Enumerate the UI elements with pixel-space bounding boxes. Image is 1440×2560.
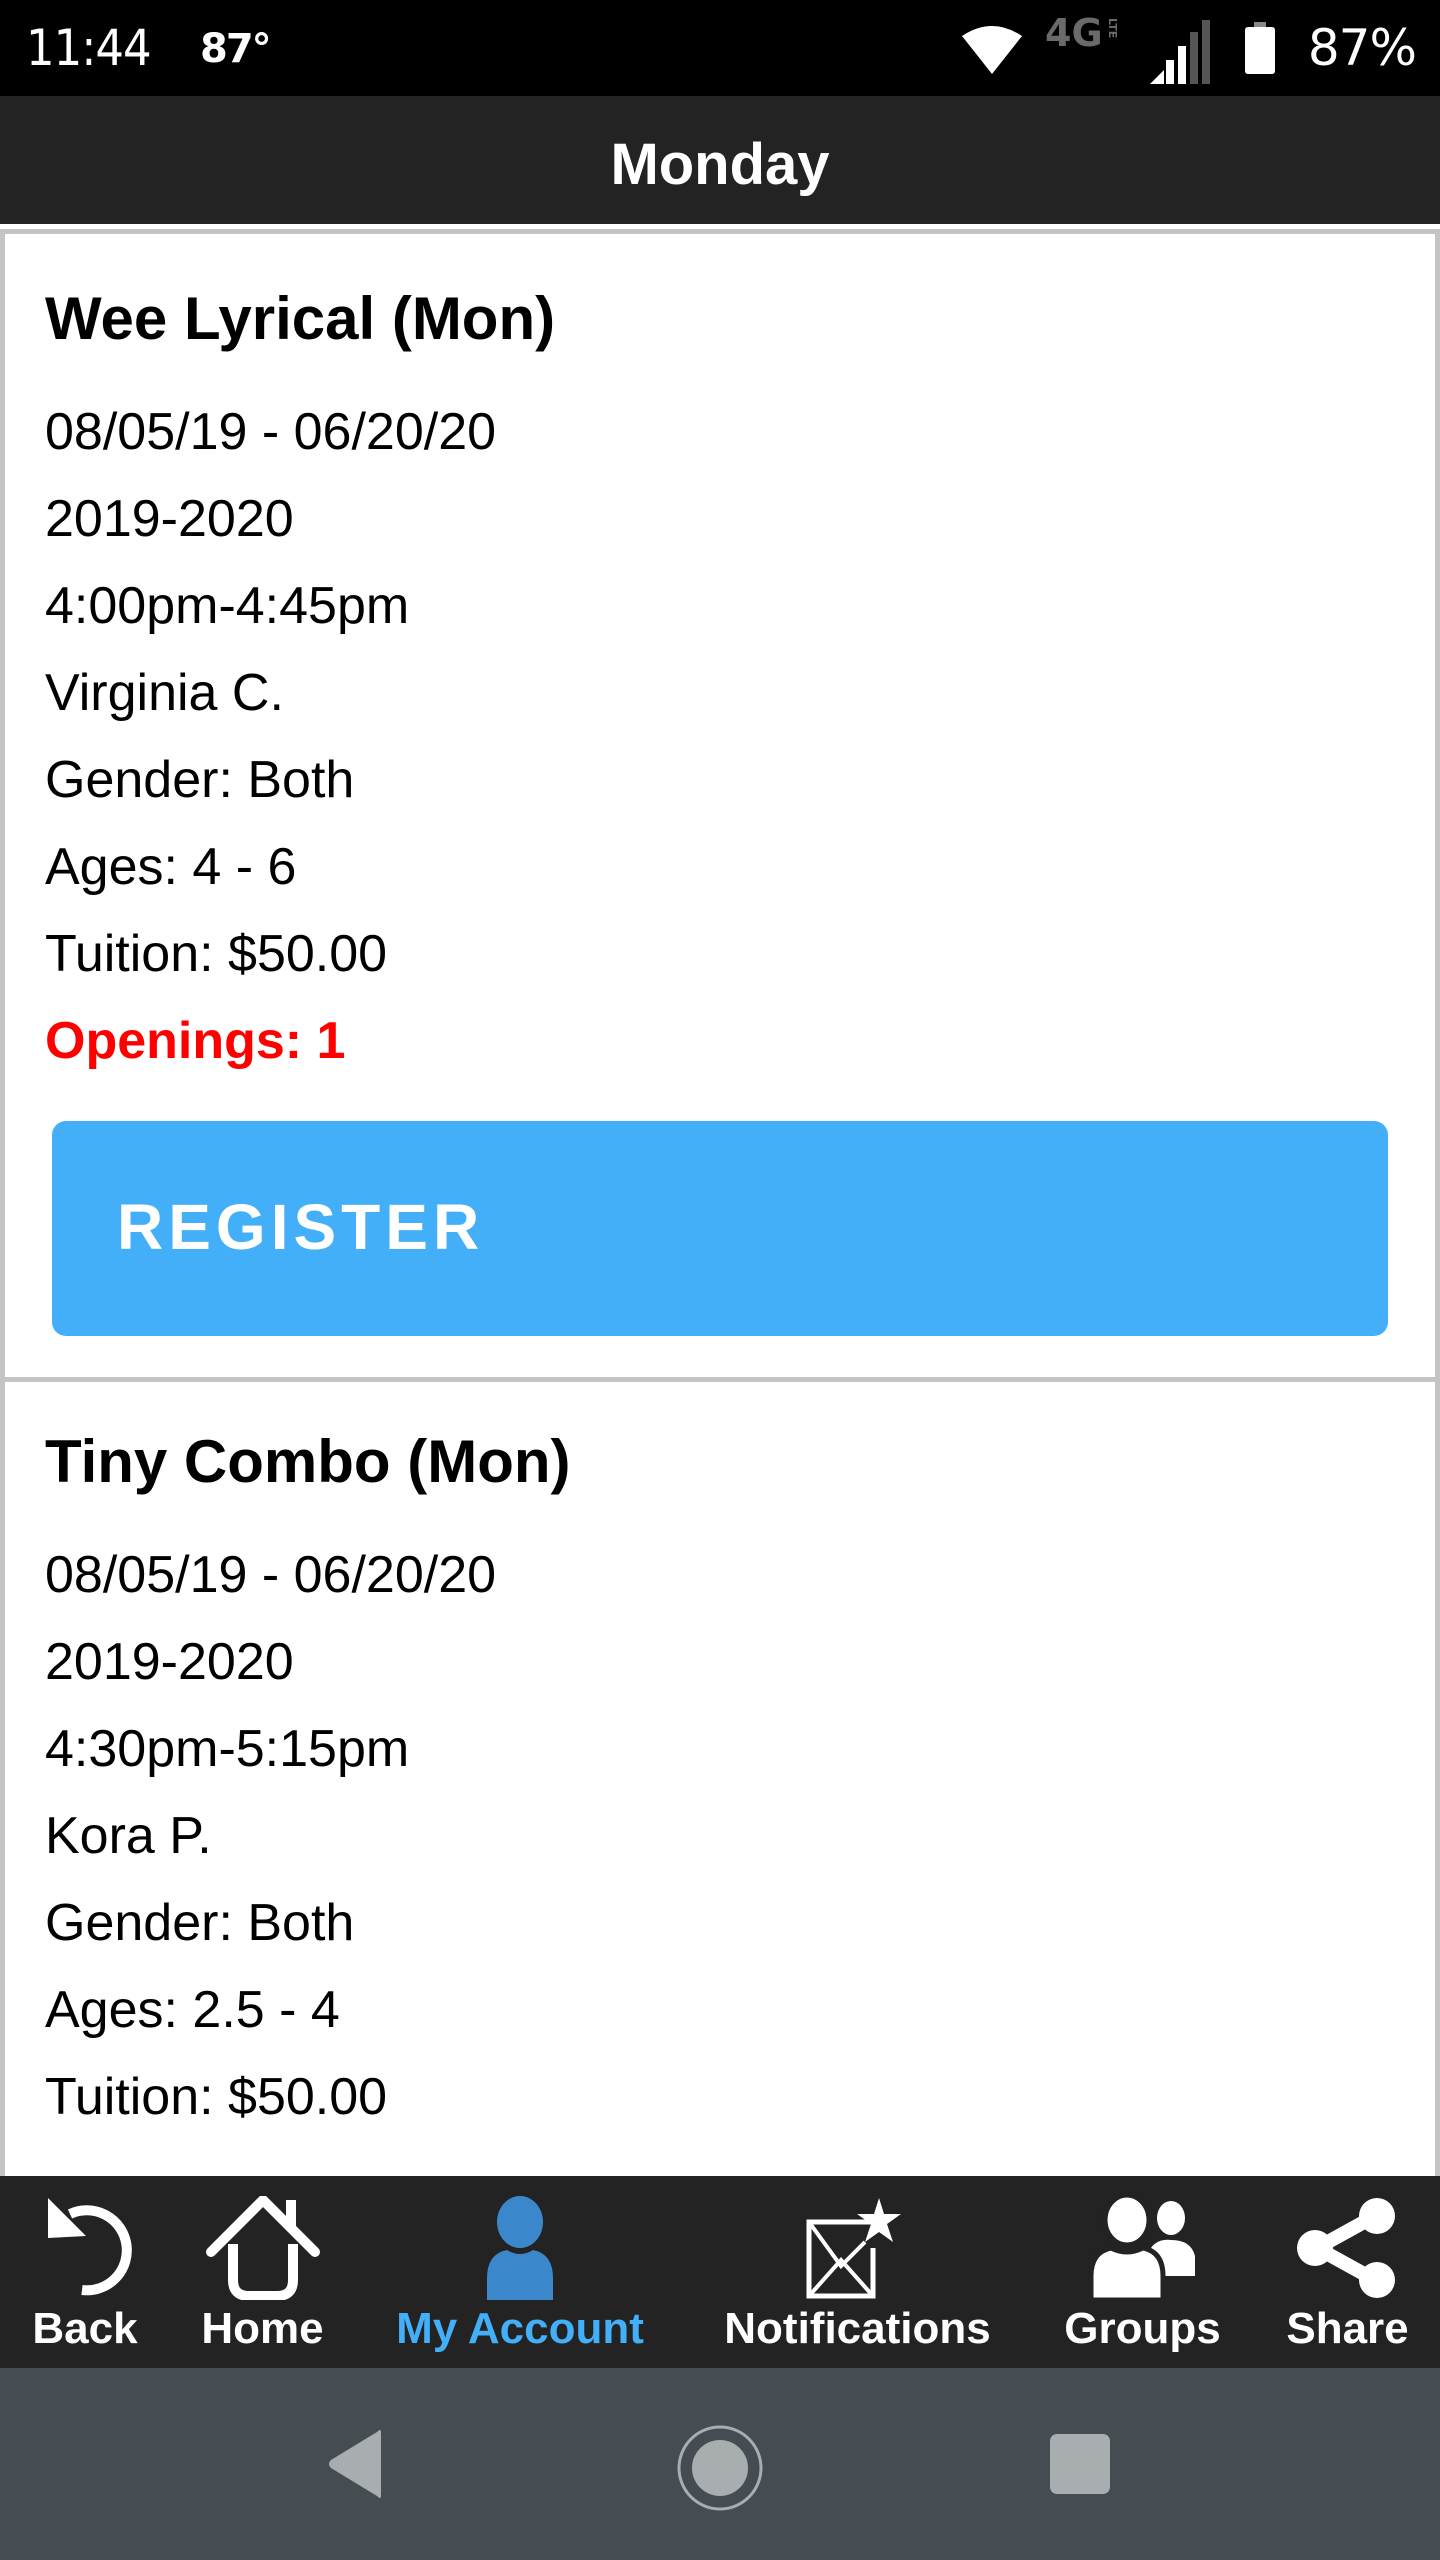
system-nav-bar bbox=[0, 2368, 1440, 2560]
nav-label: Groups bbox=[1064, 2304, 1221, 2353]
mail-star-icon bbox=[806, 2198, 901, 2299]
class-gender: Gender: Both bbox=[45, 1894, 355, 1952]
class-openings: Openings: 1 bbox=[45, 1012, 346, 1070]
back-arrow-icon bbox=[48, 2198, 132, 2296]
nav-label: My Account bbox=[396, 2304, 644, 2353]
status-bar: 11:44 87° 4G LTE 87% bbox=[0, 0, 1440, 96]
class-season: 2019-2020 bbox=[45, 1633, 294, 1691]
lte-icon: 4G LTE bbox=[1045, 14, 1119, 54]
class-instructor: Kora P. bbox=[45, 1807, 212, 1865]
class-dates: 08/05/19 - 06/20/20 bbox=[45, 403, 497, 461]
class-time: 4:00pm-4:45pm bbox=[45, 577, 410, 635]
nav-my-account[interactable]: My Account bbox=[380, 2176, 660, 2368]
system-recents-icon[interactable] bbox=[1048, 2432, 1112, 2496]
nav-label: Back bbox=[32, 2304, 138, 2353]
register-label: REGISTER bbox=[117, 1191, 485, 1263]
nav-label: Home bbox=[201, 2304, 324, 2353]
nav-home[interactable]: Home bbox=[185, 2176, 340, 2368]
nav-label: Share bbox=[1286, 2304, 1409, 2353]
nav-back[interactable]: Back bbox=[10, 2176, 160, 2368]
register-button[interactable]: REGISTER bbox=[52, 1121, 1388, 1336]
wifi-icon bbox=[962, 26, 1022, 74]
home-icon bbox=[205, 2196, 320, 2300]
system-back-icon[interactable] bbox=[325, 2428, 385, 2500]
nav-label: Notifications bbox=[724, 2304, 991, 2353]
class-title: Wee Lyrical (Mon) bbox=[45, 285, 556, 352]
battery-icon bbox=[1245, 22, 1275, 74]
class-card: Wee Lyrical (Mon) 08/05/19 - 06/20/20 20… bbox=[5, 234, 1435, 1377]
class-instructor: Virginia C. bbox=[45, 664, 284, 722]
signal-icon bbox=[1150, 20, 1210, 84]
class-season: 2019-2020 bbox=[45, 490, 294, 548]
status-time: 11:44 bbox=[26, 19, 152, 77]
class-title: Tiny Combo (Mon) bbox=[45, 1428, 571, 1495]
class-time: 4:30pm-5:15pm bbox=[45, 1720, 410, 1778]
battery-percent: 87% bbox=[1307, 19, 1417, 77]
class-tuition: Tuition: $50.00 bbox=[45, 925, 388, 983]
svg-text:4G: 4G bbox=[1045, 14, 1103, 54]
bottom-nav: Back Home My Account Notifications Group… bbox=[0, 2176, 1440, 2368]
user-icon bbox=[487, 2196, 553, 2300]
nav-groups[interactable]: Groups bbox=[1040, 2176, 1245, 2368]
share-icon bbox=[1296, 2198, 1395, 2298]
class-gender: Gender: Both bbox=[45, 751, 355, 809]
nav-share[interactable]: Share bbox=[1265, 2176, 1430, 2368]
nav-notifications[interactable]: Notifications bbox=[700, 2176, 1015, 2368]
class-ages: Ages: 4 - 6 bbox=[45, 838, 297, 896]
system-home-icon[interactable] bbox=[676, 2424, 764, 2512]
group-icon bbox=[1088, 2196, 1195, 2300]
svg-text:LTE: LTE bbox=[1106, 18, 1119, 38]
title-bar: Monday bbox=[0, 96, 1440, 224]
class-ages: Ages: 2.5 - 4 bbox=[45, 1981, 340, 2039]
page-title: Monday bbox=[610, 132, 830, 197]
status-icons: 4G LTE 87% bbox=[720, 0, 1440, 96]
class-card: Tiny Combo (Mon) 08/05/19 - 06/20/20 201… bbox=[5, 1382, 1435, 2176]
status-temperature: 87° bbox=[200, 26, 272, 72]
class-dates: 08/05/19 - 06/20/20 bbox=[45, 1546, 497, 1604]
class-tuition: Tuition: $50.00 bbox=[45, 2068, 388, 2126]
class-list[interactable]: Wee Lyrical (Mon) 08/05/19 - 06/20/20 20… bbox=[0, 234, 1440, 2176]
